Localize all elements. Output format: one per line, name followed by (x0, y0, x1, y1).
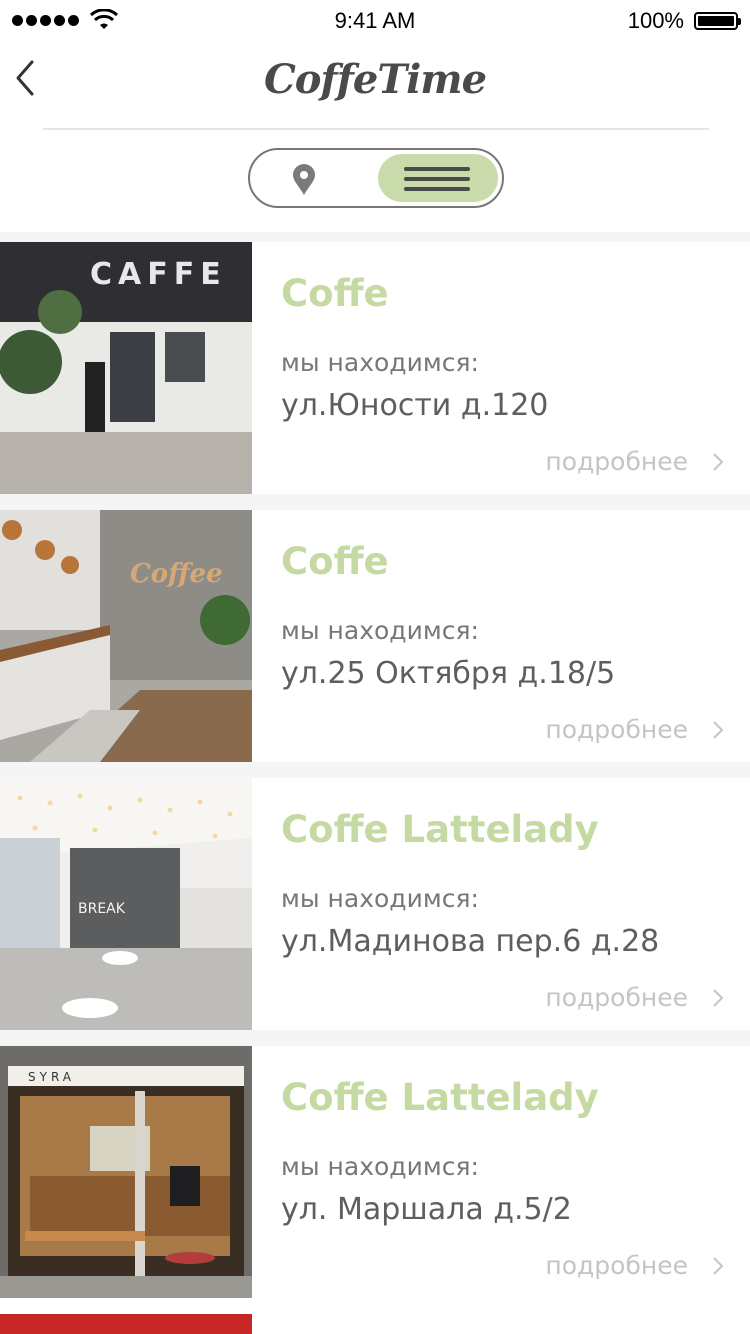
cafe-card[interactable]: SYRA Coffe Lattelady мы находимся: ул. М… (0, 1046, 750, 1298)
cafe-list: CAFFE Coffe мы находимся: ул.Юности д.12… (0, 232, 750, 1298)
details-link[interactable]: подробнее (545, 1251, 688, 1280)
chevron-right-icon (713, 1257, 724, 1275)
cafe-address: ул. Маршала д.5/2 (281, 1192, 572, 1227)
map-pin-icon (293, 164, 315, 195)
location-label: мы находимся: (281, 616, 479, 645)
cafe-photo: CAFFE (0, 242, 252, 494)
cafe-card-partial[interactable] (0, 1314, 750, 1334)
app-logo: CoffeTime (263, 56, 487, 103)
cafe-address: ул.Мадинова пер.6 д.28 (281, 924, 660, 959)
status-bar: 9:41 AM 100% (0, 0, 750, 44)
details-link[interactable]: подробнее (545, 983, 688, 1012)
details-link[interactable]: подробнее (545, 447, 688, 476)
view-toggle (248, 148, 504, 208)
cafe-photo: Coffee (0, 510, 252, 762)
location-label: мы находимся: (281, 1152, 479, 1181)
map-view-button[interactable] (252, 152, 372, 204)
cafe-card[interactable]: BREAK Coffe Lattelady мы находимся: ул.М… (0, 778, 750, 1030)
battery-percentage: 100% (627, 8, 684, 33)
chevron-right-icon (713, 721, 724, 739)
cafe-photo: BREAK (0, 778, 252, 1030)
cafe-photo (0, 1314, 252, 1334)
details-link[interactable]: подробнее (545, 715, 688, 744)
list-icon (404, 167, 470, 191)
cafe-sign-text: BREAK (78, 901, 126, 917)
cafe-photo: SYRA (0, 1046, 252, 1298)
cafe-card[interactable]: CAFFE Coffe мы находимся: ул.Юности д.12… (0, 242, 750, 494)
cafe-address: ул.Юности д.120 (281, 388, 549, 423)
cafe-sign-text: SYRA (28, 1070, 75, 1084)
chevron-right-icon (713, 453, 724, 471)
cafe-name: Coffe (281, 540, 389, 583)
header-divider (43, 128, 709, 130)
cafe-name: Coffe Lattelady (281, 808, 599, 851)
battery-icon (694, 12, 741, 30)
cafe-name: Coffe Lattelady (281, 1076, 599, 1119)
location-label: мы находимся: (281, 884, 479, 913)
cafe-address: ул.25 Октября д.18/5 (281, 656, 616, 691)
cafe-card[interactable]: Coffee Coffe мы находимся: ул.25 Октября… (0, 510, 750, 762)
list-view-button[interactable] (378, 154, 498, 202)
cafe-name: Coffe (281, 272, 389, 315)
chevron-right-icon (713, 989, 724, 1007)
cafe-sign-text: Coffee (130, 559, 223, 589)
location-label: мы находимся: (281, 348, 479, 377)
cafe-sign-text: CAFFE (90, 257, 227, 292)
